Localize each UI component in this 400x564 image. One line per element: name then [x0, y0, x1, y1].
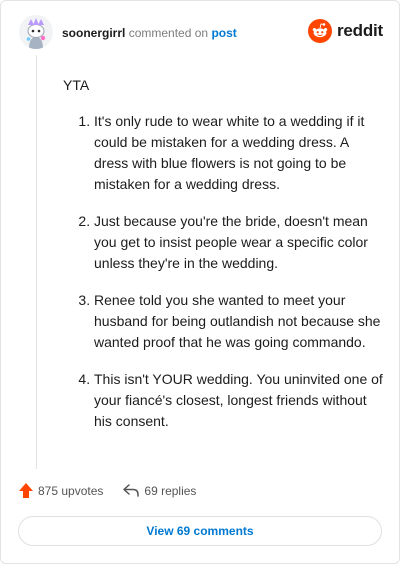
reply-arrow-icon [123, 484, 140, 497]
thread-line[interactable] [36, 55, 37, 469]
comment-meta: soonergirrl commented on post [62, 26, 237, 40]
comment-stats: 875 upvotes 69 replies [19, 483, 196, 498]
reddit-logo-icon [307, 19, 332, 43]
comment-card: soonergirrl commented on post reddit YTA… [0, 0, 400, 564]
comment-body: YTA It's only rude to wear white to a we… [63, 76, 383, 448]
upvote-count: 875 upvotes [38, 483, 104, 498]
upvote-arrow-icon [19, 483, 33, 498]
post-link[interactable]: post [211, 26, 236, 40]
action-text: commented on [128, 26, 209, 40]
view-comments-button[interactable]: View 69 comments [18, 516, 382, 546]
list-item: It's only rude to wear white to a weddin… [94, 111, 383, 195]
reply-stat[interactable]: 69 replies [123, 484, 196, 498]
reddit-wordmark: reddit [336, 21, 383, 40]
snoo-avatar-icon [19, 15, 53, 49]
user-avatar[interactable] [19, 15, 53, 49]
comment-header: soonergirrl commented on post reddit [19, 15, 385, 55]
username-link[interactable]: soonergirrl [62, 26, 125, 40]
list-item: Just because you're the bride, doesn't m… [94, 211, 383, 274]
list-item: Renee told you she wanted to meet your h… [94, 290, 383, 353]
list-item: This isn't YOUR wedding. You uninvited o… [94, 369, 383, 432]
comment-intro: YTA [63, 77, 90, 93]
reply-count: 69 replies [144, 483, 197, 498]
reddit-brand[interactable]: reddit [307, 19, 383, 43]
upvote-stat[interactable]: 875 upvotes [19, 483, 103, 498]
comment-points-list: It's only rude to wear white to a weddin… [63, 111, 383, 432]
